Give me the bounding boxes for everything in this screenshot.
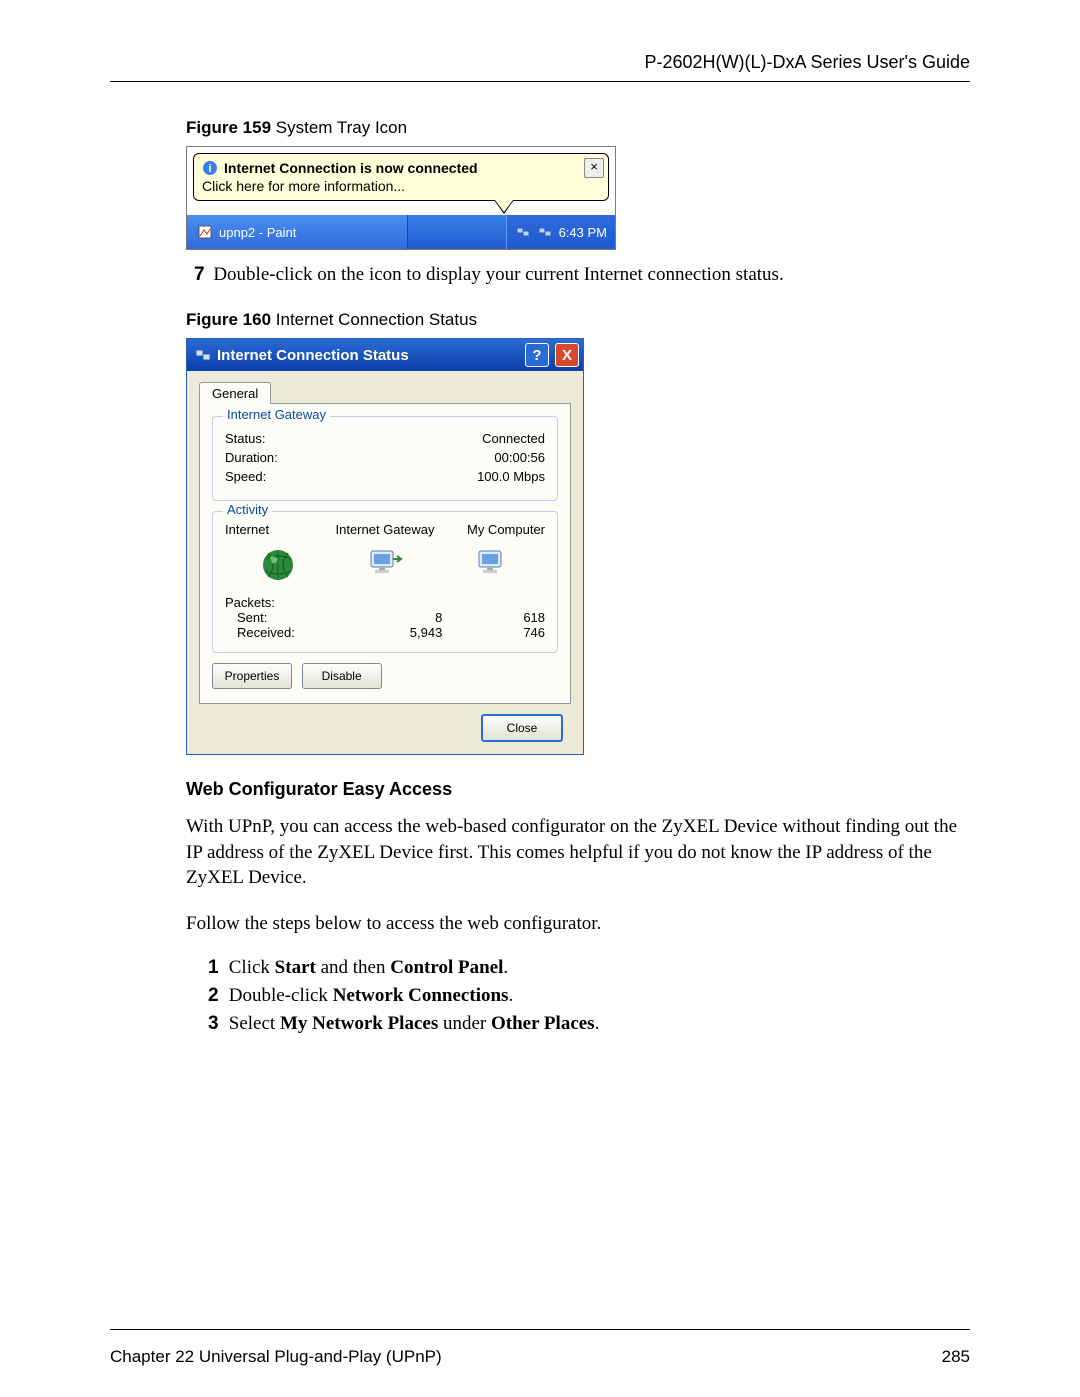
gateway-icon <box>332 541 439 589</box>
tooltip-title-text: Internet Connection is now connected <box>224 160 478 176</box>
col-gateway-label: Internet Gateway <box>332 522 439 537</box>
received-label: Received: <box>225 625 340 640</box>
sent-gateway-value: 8 <box>340 610 443 625</box>
step-bold: Control Panel <box>390 957 503 978</box>
section-heading: Web Configurator Easy Access <box>186 779 970 800</box>
step-text: . <box>508 985 513 1006</box>
speed-label: Speed: <box>225 469 266 484</box>
step-text: and then <box>316 957 390 978</box>
step-text: . <box>595 1013 600 1034</box>
group-internet-gateway: Internet Gateway Status: Connected Durat… <box>212 416 558 501</box>
speed-value: 100.0 Mbps <box>477 469 545 484</box>
figure-num: Figure 159 <box>186 118 271 137</box>
step-text: Double-click on the icon to display your… <box>213 264 783 285</box>
taskbar-app-button[interactable]: upnp2 - Paint <box>187 215 408 249</box>
figure-159-caption: Figure 159 System Tray Icon <box>186 118 970 138</box>
page-footer: Chapter 22 Universal Plug-and-Play (UPnP… <box>110 1347 970 1367</box>
step-7: 7 Double-click on the icon to display yo… <box>194 264 970 286</box>
taskbar-app-label: upnp2 - Paint <box>219 225 296 240</box>
col-mycomputer-label: My Computer <box>438 522 545 537</box>
group-legend: Internet Gateway <box>223 407 330 422</box>
tooltip-close-button[interactable]: × <box>584 158 604 178</box>
step-number: 7 <box>194 264 205 285</box>
figure-title: Internet Connection Status <box>271 310 477 329</box>
properties-button[interactable]: Properties <box>212 663 292 689</box>
connection-status-dialog: Internet Connection Status ? X General I… <box>186 338 584 755</box>
duration-label: Duration: <box>225 450 278 465</box>
numbered-steps: 1 Click Start and then Control Panel. 2 … <box>208 957 970 1035</box>
header-rule <box>110 81 970 82</box>
close-button[interactable]: X <box>555 343 579 367</box>
system-tray[interactable]: 6:43 PM <box>506 215 615 249</box>
footer-page-number: 285 <box>942 1347 970 1367</box>
taskbar-clock: 6:43 PM <box>559 225 607 240</box>
received-gateway-value: 5,943 <box>340 625 443 640</box>
tab-panel: Internet Gateway Status: Connected Durat… <box>199 403 571 704</box>
dialog-titlebar[interactable]: Internet Connection Status ? X <box>187 339 583 371</box>
page-header: P-2602H(W)(L)-DxA Series User's Guide <box>110 52 970 81</box>
dialog-title: Internet Connection Status <box>217 347 519 364</box>
group-legend: Activity <box>223 502 272 517</box>
step-bold: Other Places <box>491 1013 595 1034</box>
globe-icon <box>225 541 332 589</box>
network-icon-2[interactable] <box>537 224 553 240</box>
footer-rule <box>110 1329 970 1330</box>
tab-general[interactable]: General <box>199 382 271 404</box>
duration-value: 00:00:56 <box>494 450 545 465</box>
tooltip-subtitle: Click here for more information... <box>202 178 600 194</box>
step-2: 2 Double-click Network Connections. <box>208 985 970 1007</box>
svg-text:i: i <box>208 163 211 175</box>
body-paragraph-1: With UPnP, you can access the web-based … <box>186 814 970 891</box>
taskbar: upnp2 - Paint 6:43 PM <box>187 215 615 249</box>
footer-chapter: Chapter 22 Universal Plug-and-Play (UPnP… <box>110 1347 442 1367</box>
step-text: Double-click <box>229 985 333 1006</box>
col-internet-label: Internet <box>225 522 332 537</box>
received-computer-value: 746 <box>442 625 545 640</box>
step-text: Select <box>229 1013 280 1034</box>
step-bold: Start <box>275 957 316 978</box>
step-text: Click <box>229 957 275 978</box>
close-dialog-button[interactable]: Close <box>481 714 563 742</box>
step-text: under <box>438 1013 491 1034</box>
paint-icon <box>197 224 213 240</box>
packets-label: Packets: <box>225 595 545 610</box>
status-label: Status: <box>225 431 265 446</box>
step-bold: Network Connections <box>333 985 509 1006</box>
body-paragraph-2: Follow the steps below to access the web… <box>186 911 970 937</box>
figure-160-caption: Figure 160 Internet Connection Status <box>186 310 970 330</box>
step-1: 1 Click Start and then Control Panel. <box>208 957 970 979</box>
group-activity: Activity Internet Internet Gateway My Co… <box>212 511 558 653</box>
computer-icon <box>438 541 545 589</box>
step-text: . <box>503 957 508 978</box>
figure-title: System Tray Icon <box>271 118 407 137</box>
step-bold: My Network Places <box>280 1013 438 1034</box>
tooltip-balloon[interactable]: i Internet Connection is now connected C… <box>193 153 609 201</box>
figure-num: Figure 160 <box>186 310 271 329</box>
dialog-icon <box>195 347 211 363</box>
step-3: 3 Select My Network Places under Other P… <box>208 1013 970 1035</box>
sent-computer-value: 618 <box>442 610 545 625</box>
status-value: Connected <box>482 431 545 446</box>
info-icon: i <box>202 160 218 176</box>
help-button[interactable]: ? <box>525 343 549 367</box>
sent-label: Sent: <box>225 610 340 625</box>
network-icon[interactable] <box>515 224 531 240</box>
disable-button[interactable]: Disable <box>302 663 382 689</box>
system-tray-screenshot: i Internet Connection is now connected C… <box>186 146 616 250</box>
